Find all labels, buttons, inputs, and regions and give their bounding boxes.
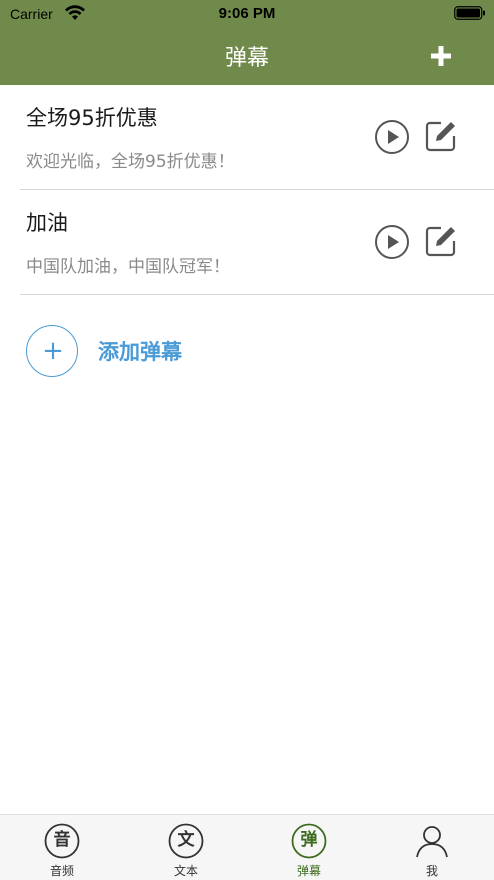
list-item[interactable]: 加油 中国队加油，中国队冠军！ — [0, 190, 494, 295]
play-icon[interactable] — [374, 224, 410, 260]
person-icon — [414, 823, 450, 859]
item-subtitle: 中国队加油，中国队冠军！ — [26, 257, 230, 277]
tab-label: 我 — [425, 864, 438, 878]
status-time: 9:06 PM — [218, 5, 276, 22]
plus-icon[interactable] — [428, 43, 454, 69]
tab-danmaku[interactable]: 弹 弹幕 — [247, 815, 371, 880]
page-title: 弹幕 — [224, 46, 269, 71]
tab-label: 文本 — [173, 864, 198, 878]
tab-label: 音频 — [49, 864, 74, 878]
add-danmaku-label: 添加弹幕 — [98, 340, 182, 364]
item-title: 加油 — [26, 211, 68, 235]
row-divider — [20, 294, 494, 295]
tab-text[interactable]: 文 文本 — [124, 815, 248, 880]
danmaku-icon: 弹 — [291, 823, 327, 859]
edit-icon[interactable] — [424, 119, 458, 153]
battery-icon — [454, 6, 485, 20]
plus-circle-icon: + — [26, 325, 78, 377]
add-danmaku-button[interactable]: + 添加弹幕 — [26, 325, 326, 377]
tab-bar: 音 音频 文 文本 弹 弹幕 我 — [0, 814, 494, 880]
header: Carrier 9:06 PM 弹幕 — [0, 0, 494, 85]
danmaku-list: 全场95折优惠 欢迎光临，全场95折优惠！ 加油 中国队加油，中国队冠军！ — [0, 85, 494, 295]
edit-icon[interactable] — [424, 224, 458, 258]
list-item[interactable]: 全场95折优惠 欢迎光临，全场95折优惠！ — [0, 85, 494, 190]
play-icon[interactable] — [374, 119, 410, 155]
tab-label: 弹幕 — [296, 864, 321, 878]
audio-icon: 音 — [44, 823, 80, 859]
item-title: 全场95折优惠 — [26, 106, 158, 130]
tab-audio[interactable]: 音 音频 — [0, 815, 124, 880]
status-bar: Carrier 9:06 PM — [0, 0, 494, 28]
text-icon: 文 — [168, 823, 204, 859]
tab-me[interactable]: 我 — [370, 815, 494, 880]
item-subtitle: 欢迎光临，全场95折优惠！ — [26, 152, 235, 172]
